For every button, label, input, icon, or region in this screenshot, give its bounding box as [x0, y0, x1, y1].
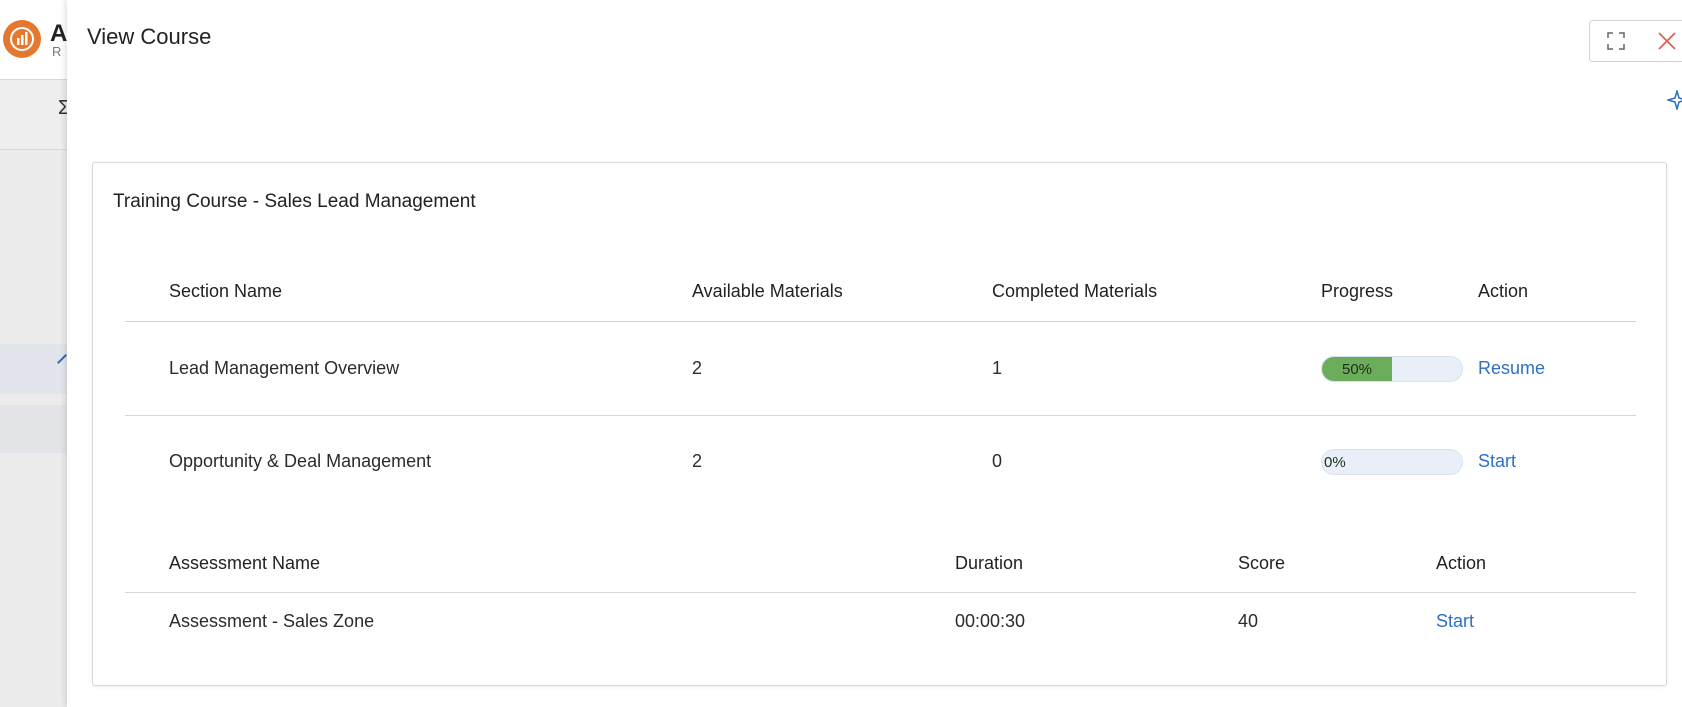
close-icon — [1658, 32, 1676, 50]
progress-label: 50% — [1341, 360, 1373, 378]
app-name-sub: R — [52, 44, 62, 59]
available-materials: 2 — [692, 358, 703, 378]
background-nav-item — [0, 405, 70, 453]
table-row: Lead Management Overview 2 1 50% Resume — [125, 322, 1636, 416]
start-link[interactable]: Start — [1478, 451, 1516, 472]
header-assessment-name: Assessment Name — [169, 553, 321, 573]
section-name: Lead Management Overview — [169, 358, 400, 378]
view-course-drawer: View Course Training Course - Sales Lead… — [67, 0, 1682, 707]
table-row: Assessment - Sales Zone 00:00:30 40 Star… — [125, 593, 1636, 653]
assessment-start-link[interactable]: Start — [1436, 611, 1474, 632]
table-row: Opportunity & Deal Management 2 0 0% Sta… — [125, 416, 1636, 510]
sparkle-icon[interactable] — [1667, 90, 1682, 110]
header-section-name: Section Name — [169, 281, 283, 301]
header-completed-materials: Completed Materials — [992, 281, 1158, 301]
background-nav-active — [0, 344, 70, 394]
background-app: A R Σ — [0, 0, 70, 707]
progress-bar: 50% — [1321, 356, 1463, 382]
header-available-materials: Available Materials — [692, 281, 843, 301]
progress-bar: 0% — [1321, 449, 1463, 475]
assessment-score: 40 — [1238, 611, 1259, 631]
assessment-name: Assessment - Sales Zone — [169, 611, 375, 631]
header-action: Action — [1478, 281, 1529, 301]
app-logo-icon — [3, 20, 41, 58]
assessment-duration: 00:00:30 — [955, 611, 1026, 631]
header-duration: Duration — [955, 553, 1024, 573]
sections-header-row: Section Name Available Materials Complet… — [125, 263, 1636, 322]
course-card: Training Course - Sales Lead Management … — [92, 162, 1667, 686]
available-materials: 2 — [692, 451, 703, 471]
close-button[interactable] — [1641, 20, 1682, 62]
course-title: Training Course - Sales Lead Management — [113, 191, 476, 212]
header-progress: Progress — [1321, 281, 1394, 301]
progress-label: 0% — [1324, 453, 1346, 471]
section-name: Opportunity & Deal Management — [169, 451, 432, 471]
expand-button[interactable] — [1589, 20, 1642, 62]
header-score: Score — [1238, 553, 1286, 573]
resume-link[interactable]: Resume — [1478, 358, 1545, 379]
expand-icon — [1606, 32, 1625, 50]
header-assessment-action: Action — [1436, 553, 1487, 573]
completed-materials: 0 — [992, 451, 1003, 471]
assessments-header-row: Assessment Name Duration Score Action — [125, 533, 1636, 593]
drawer-title: View Course — [87, 24, 212, 49]
assessments-table: Assessment Name Duration Score Action As… — [125, 533, 1636, 653]
completed-materials: 1 — [992, 358, 1003, 378]
sections-table: Section Name Available Materials Complet… — [125, 263, 1636, 513]
